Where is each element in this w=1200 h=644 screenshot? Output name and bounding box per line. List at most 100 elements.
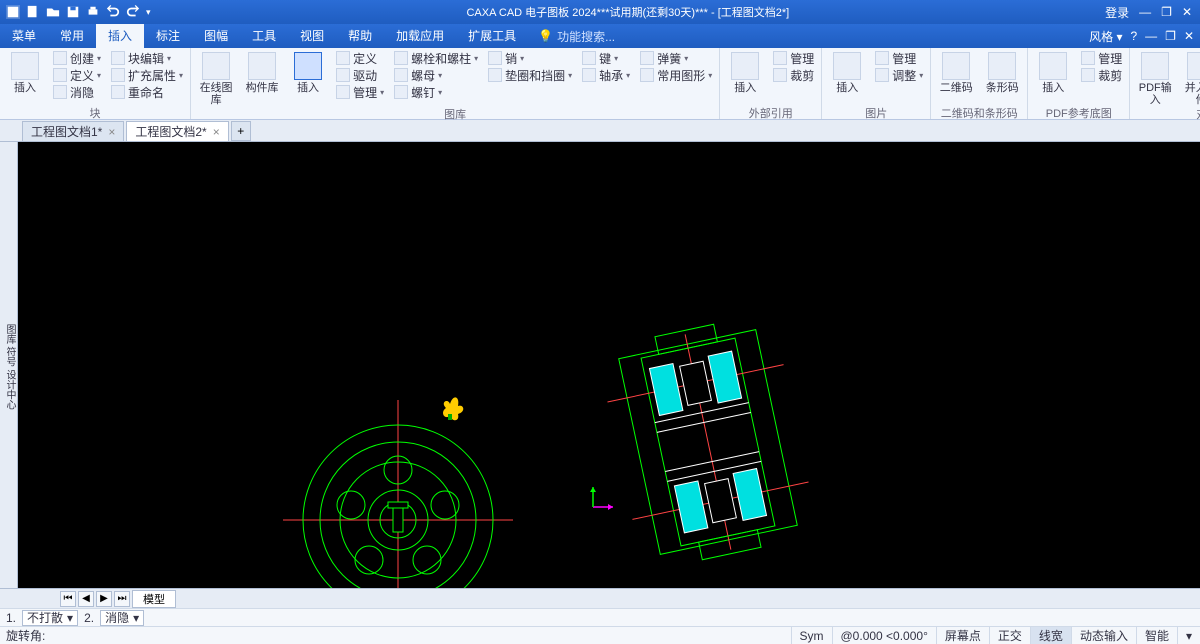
menu-tab-9[interactable]: 扩展工具: [456, 24, 528, 48]
cmd-螺钉[interactable]: 螺钉▾: [391, 84, 481, 100]
minimize-icon[interactable]: —: [1139, 5, 1151, 19]
cmd-裁剪[interactable]: 裁剪: [770, 67, 817, 83]
add-tab-button[interactable]: +: [231, 121, 251, 141]
barcode-button[interactable]: 条形码: [981, 50, 1023, 94]
menu-tab-5[interactable]: 工具: [240, 24, 288, 48]
doc-tab-1[interactable]: 工程图文档2*×: [126, 121, 228, 141]
status-toggle-动态输入[interactable]: 动态输入: [1071, 627, 1136, 644]
chevron-down-icon: ▾: [708, 71, 712, 80]
cmd-消隐[interactable]: 消隐: [50, 84, 104, 100]
layout-first-icon[interactable]: ⏮: [60, 591, 76, 607]
cmd-裁剪[interactable]: 裁剪: [1078, 67, 1125, 83]
opt2-select[interactable]: 消隐▾: [100, 610, 144, 626]
layout-last-icon[interactable]: ⏭: [114, 591, 130, 607]
save-icon[interactable]: [66, 5, 80, 19]
online-lib-button[interactable]: 在线图库: [195, 50, 237, 106]
cmd-垫圈和挡圈[interactable]: 垫圈和挡圈▾: [485, 67, 575, 83]
left-panel-tabs[interactable]: 图库 符号 设计中心: [0, 142, 18, 588]
cmd-创建[interactable]: 创建▾: [50, 50, 104, 66]
style-switch[interactable]: 风格 ▾: [1089, 28, 1122, 45]
status-toggle-线宽[interactable]: 线宽: [1030, 627, 1071, 644]
qrcode-button[interactable]: 二维码: [935, 50, 977, 94]
menu-tab-4[interactable]: 图幅: [192, 24, 240, 48]
layout-prev-icon[interactable]: ◀: [78, 591, 94, 607]
xref-insert-button[interactable]: 插入: [724, 50, 766, 94]
chevron-down-icon: ▾: [167, 54, 171, 63]
close-icon[interactable]: ✕: [1182, 5, 1192, 19]
menu-tab-7[interactable]: 帮助: [336, 24, 384, 48]
bulb-icon: 💡: [538, 29, 553, 43]
cmd-icon: [1081, 68, 1095, 82]
status-toggle-正交[interactable]: 正交: [989, 627, 1030, 644]
mdi-restore-icon[interactable]: ❐: [1165, 29, 1176, 43]
new-icon[interactable]: [26, 5, 40, 19]
menu-tab-3[interactable]: 标注: [144, 24, 192, 48]
cmd-icon: [336, 51, 350, 65]
mdi-close-icon[interactable]: ✕: [1184, 29, 1194, 43]
cmd-重命名[interactable]: 重命名: [108, 84, 186, 100]
lib-insert-button[interactable]: 插入: [287, 50, 329, 94]
cmd-轴承[interactable]: 轴承▾: [579, 67, 633, 83]
cmd-定义[interactable]: 定义▾: [50, 67, 104, 83]
help-icon[interactable]: ?: [1130, 29, 1137, 43]
open-icon[interactable]: [46, 5, 60, 19]
maximize-icon[interactable]: ❐: [1161, 5, 1172, 19]
cmd-定义[interactable]: 定义: [333, 50, 387, 66]
cmd-管理[interactable]: 管理: [872, 50, 926, 66]
chevron-down-icon: ▾: [919, 71, 923, 80]
pdf-in-button[interactable]: PDF输入: [1134, 50, 1176, 106]
cmd-螺母[interactable]: 螺母▾: [391, 67, 481, 83]
cmd-扩充属性[interactable]: 扩充属性▾: [108, 67, 186, 83]
cmd-弹簧[interactable]: 弹簧▾: [637, 50, 715, 66]
layout-tab-model[interactable]: 模型: [132, 590, 176, 608]
menu-tab-2[interactable]: 插入: [96, 24, 144, 48]
chevron-down-icon: ▾: [568, 71, 572, 80]
doc-tab-0[interactable]: 工程图文档1*×: [22, 121, 124, 141]
cmd-螺栓和螺柱[interactable]: 螺栓和螺柱▾: [391, 50, 481, 66]
login-button[interactable]: 登录: [1105, 4, 1129, 21]
cmd-icon: [773, 51, 787, 65]
menu-tab-8[interactable]: 加载应用: [384, 24, 456, 48]
undo-icon[interactable]: [106, 5, 120, 19]
pdf-insert-button[interactable]: 插入: [1032, 50, 1074, 94]
layout-next-icon[interactable]: ▶: [96, 591, 112, 607]
cmd-管理[interactable]: 管理: [1078, 50, 1125, 66]
cmd-键[interactable]: 键▾: [579, 50, 633, 66]
opt1-select[interactable]: 不打散▾: [22, 610, 78, 626]
status-bar: 旋转角: Sym @0.000 <0.000° 屏幕点正交线宽动态输入智能 ▾: [0, 626, 1200, 644]
img-insert-button[interactable]: 插入: [826, 50, 868, 94]
redo-icon[interactable]: [126, 5, 140, 19]
cmd-管理[interactable]: 管理: [770, 50, 817, 66]
status-toggle-屏幕点[interactable]: 屏幕点: [936, 627, 989, 644]
cmd-icon: [582, 51, 596, 65]
app-icon: [6, 5, 20, 19]
cmd-驱动[interactable]: 驱动: [333, 67, 387, 83]
cmd-销[interactable]: 销▾: [485, 50, 575, 66]
insert-block-button[interactable]: 插入: [4, 50, 46, 94]
cmd-调整[interactable]: 调整▾: [872, 67, 926, 83]
ribbon-search[interactable]: 💡 功能搜索...: [538, 28, 615, 45]
menu-tab-1[interactable]: 常用: [48, 24, 96, 48]
group-label: 对象: [1134, 106, 1200, 120]
status-more-icon[interactable]: ▾: [1177, 627, 1200, 644]
xref-insert-icon: [731, 52, 759, 80]
status-toggle-智能[interactable]: 智能: [1136, 627, 1177, 644]
status-sym[interactable]: Sym: [791, 627, 832, 644]
menu-tab-6[interactable]: 视图: [288, 24, 336, 48]
menu-tab-0[interactable]: 菜单: [0, 24, 48, 48]
component-lib-button[interactable]: 构件库: [241, 50, 283, 94]
ribbon-group-对象: PDF输入并入文件插入OLE▾链接对象: [1130, 48, 1200, 119]
group-label: 块: [4, 105, 186, 119]
merge-file-button[interactable]: 并入文件: [1180, 50, 1200, 106]
drawing-canvas[interactable]: [18, 142, 1200, 588]
mdi-minimize-icon[interactable]: —: [1145, 29, 1157, 43]
close-tab-icon[interactable]: ×: [108, 125, 115, 139]
status-prompt: 旋转角:: [0, 627, 45, 644]
chevron-down-icon: ▾: [179, 71, 183, 80]
close-tab-icon[interactable]: ×: [213, 125, 220, 139]
cmd-块编辑[interactable]: 块编辑▾: [108, 50, 186, 66]
cmd-管理[interactable]: 管理▾: [333, 84, 387, 100]
cmd-常用图形[interactable]: 常用图形▾: [637, 67, 715, 83]
qrcode-icon: [942, 52, 970, 80]
print-icon[interactable]: [86, 5, 100, 19]
